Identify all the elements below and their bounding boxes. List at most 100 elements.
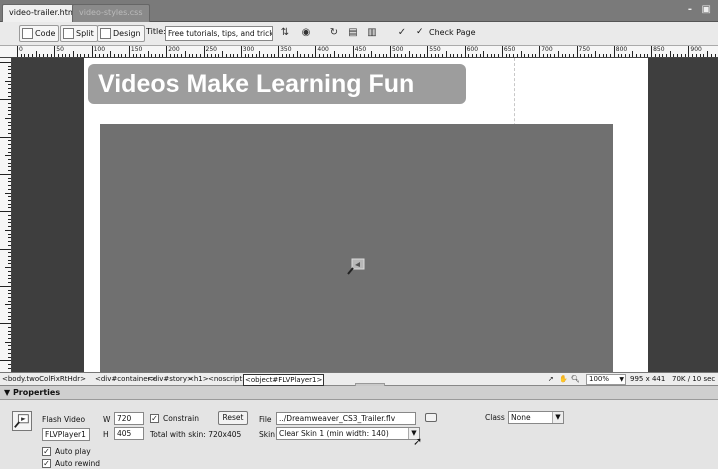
design-canvas[interactable]: Videos Make Learning Fun bbox=[12, 58, 718, 372]
ruler-minor-tick bbox=[162, 54, 164, 57]
ruler-minor-tick bbox=[449, 54, 451, 57]
ruler-minor-tick bbox=[132, 54, 134, 57]
ruler-tick bbox=[8, 103, 11, 105]
ruler-minor-tick bbox=[311, 54, 313, 57]
ruler-minor-tick bbox=[147, 51, 149, 57]
tag-object-selected[interactable]: <object#FLVPlayer1> bbox=[243, 374, 325, 386]
ruler-minor-tick bbox=[554, 54, 556, 57]
ruler-tick bbox=[5, 267, 11, 269]
file-management-icon[interactable]: ⇅ bbox=[279, 27, 291, 39]
browse-folder-icon[interactable] bbox=[425, 413, 437, 422]
ruler-tick bbox=[8, 270, 11, 272]
properties-panel-header[interactable]: ▼ Properties bbox=[0, 386, 718, 400]
ruler-minor-tick bbox=[505, 54, 507, 57]
ruler-minor-tick bbox=[58, 54, 60, 57]
height-input[interactable]: 405 bbox=[114, 427, 144, 440]
ruler-tick bbox=[8, 177, 11, 179]
ruler-tick bbox=[0, 211, 11, 213]
zoom-select[interactable]: 100% ▼ bbox=[586, 374, 626, 385]
zoom-value: 100% bbox=[589, 375, 610, 383]
ruler-minor-tick bbox=[348, 54, 350, 57]
ruler-tick bbox=[8, 233, 11, 235]
visual-aids-icon[interactable]: ▥ bbox=[366, 27, 378, 39]
ruler-tick bbox=[8, 181, 11, 183]
ruler-minor-tick bbox=[386, 54, 388, 57]
view-options-icon[interactable]: ▤ bbox=[347, 27, 359, 39]
tag-h1[interactable]: <h1> bbox=[188, 373, 209, 385]
flash-video-icon bbox=[12, 411, 32, 431]
ruler-minor-tick bbox=[677, 54, 679, 57]
ruler-tick bbox=[8, 282, 11, 284]
split-view-icon bbox=[63, 28, 74, 39]
ruler-tick bbox=[8, 263, 11, 265]
ruler-label: 900 bbox=[690, 46, 702, 53]
width-input[interactable]: 720 bbox=[114, 412, 144, 425]
ruler-tick bbox=[0, 248, 11, 250]
tag-div-story[interactable]: <div#story> bbox=[147, 373, 193, 385]
ruler-tick bbox=[8, 338, 11, 340]
ruler-minor-tick bbox=[557, 51, 559, 57]
window-size[interactable]: 995 x 441 bbox=[630, 373, 665, 385]
ruler-minor-tick bbox=[345, 54, 347, 57]
auto-rewind-checkbox[interactable]: ✓ bbox=[42, 459, 51, 468]
ruler-minor-tick bbox=[669, 51, 671, 57]
ruler-minor-tick bbox=[509, 54, 511, 57]
select-tool-icon[interactable]: ➚ bbox=[548, 373, 554, 385]
ruler-tick bbox=[8, 147, 11, 149]
ruler-minor-tick bbox=[479, 54, 481, 57]
ruler-minor-tick bbox=[113, 54, 115, 57]
ruler-tick bbox=[8, 196, 11, 198]
ruler-label: 850 bbox=[653, 46, 665, 53]
ruler-minor-tick bbox=[445, 51, 447, 57]
ruler-tick bbox=[0, 173, 11, 175]
split-view-button[interactable]: Split bbox=[60, 25, 98, 42]
ruler-minor-tick bbox=[31, 54, 33, 57]
flash-video-placeholder[interactable] bbox=[100, 124, 613, 372]
preview-browser-icon[interactable]: ◉ bbox=[300, 27, 312, 39]
skin-label: Skin bbox=[259, 430, 275, 439]
tag-body[interactable]: <body.twoColFixRtHdr> bbox=[2, 373, 86, 385]
ruler-minor-tick bbox=[666, 54, 668, 57]
document-title-input[interactable]: Free tutorials, tips, and tricks bbox=[165, 26, 273, 41]
zoom-tool-icon[interactable]: 🔍︎ bbox=[571, 373, 580, 385]
skin-select[interactable]: Clear Skin 1 (min width: 140) ▼ bbox=[276, 427, 420, 440]
tag-noscript[interactable]: <noscript> bbox=[208, 373, 248, 385]
ruler-minor-tick bbox=[218, 54, 220, 57]
properties-panel: ▼ Properties Flash Video FLVPlayer1 W 72… bbox=[0, 386, 718, 469]
ruler-tick bbox=[8, 296, 11, 298]
ruler-tick bbox=[8, 218, 11, 220]
ruler-major-tick bbox=[427, 46, 429, 57]
ruler-tick bbox=[8, 69, 11, 71]
refresh-icon[interactable]: ↻ bbox=[328, 27, 340, 39]
window-controls[interactable]: - ▣ bbox=[688, 4, 714, 15]
ruler-minor-tick bbox=[531, 54, 533, 57]
constrain-checkbox[interactable]: ✓ bbox=[150, 414, 159, 423]
design-view-label: Design bbox=[113, 29, 141, 38]
check-page-button[interactable]: ✓ Check Page bbox=[414, 25, 479, 42]
ruler-minor-tick bbox=[371, 51, 373, 57]
object-id-input[interactable]: FLVPlayer1 bbox=[42, 428, 90, 441]
ruler-minor-tick bbox=[106, 54, 108, 57]
ruler-tick bbox=[8, 166, 11, 168]
file-path-input[interactable]: ../Dreamweaver_CS3_Trailer.flv bbox=[276, 412, 416, 425]
auto-play-checkbox[interactable]: ✓ bbox=[42, 447, 51, 456]
ruler-tick bbox=[8, 274, 11, 276]
ruler-minor-tick bbox=[80, 54, 82, 57]
ruler-label: 300 bbox=[242, 46, 255, 53]
ruler-minor-tick bbox=[378, 54, 380, 57]
ruler-minor-tick bbox=[583, 54, 585, 57]
reset-size-button[interactable]: Reset bbox=[218, 411, 248, 425]
hand-tool-icon[interactable]: ✋ bbox=[559, 373, 568, 385]
validate-markup-icon[interactable]: ✓ bbox=[396, 27, 408, 39]
ruler-minor-tick bbox=[580, 54, 582, 57]
code-view-button[interactable]: Code bbox=[19, 25, 60, 42]
ruler-minor-tick bbox=[237, 54, 239, 57]
page-heading[interactable]: Videos Make Learning Fun bbox=[88, 64, 466, 104]
tab-video-styles[interactable]: video-styles.css bbox=[72, 4, 150, 22]
design-view-button[interactable]: Design bbox=[97, 25, 145, 42]
ruler-tick bbox=[8, 349, 11, 351]
ruler-minor-tick bbox=[572, 54, 574, 57]
ruler-minor-tick bbox=[490, 54, 492, 57]
class-select[interactable]: None ▼ bbox=[508, 411, 564, 424]
ruler-minor-tick bbox=[662, 54, 664, 57]
